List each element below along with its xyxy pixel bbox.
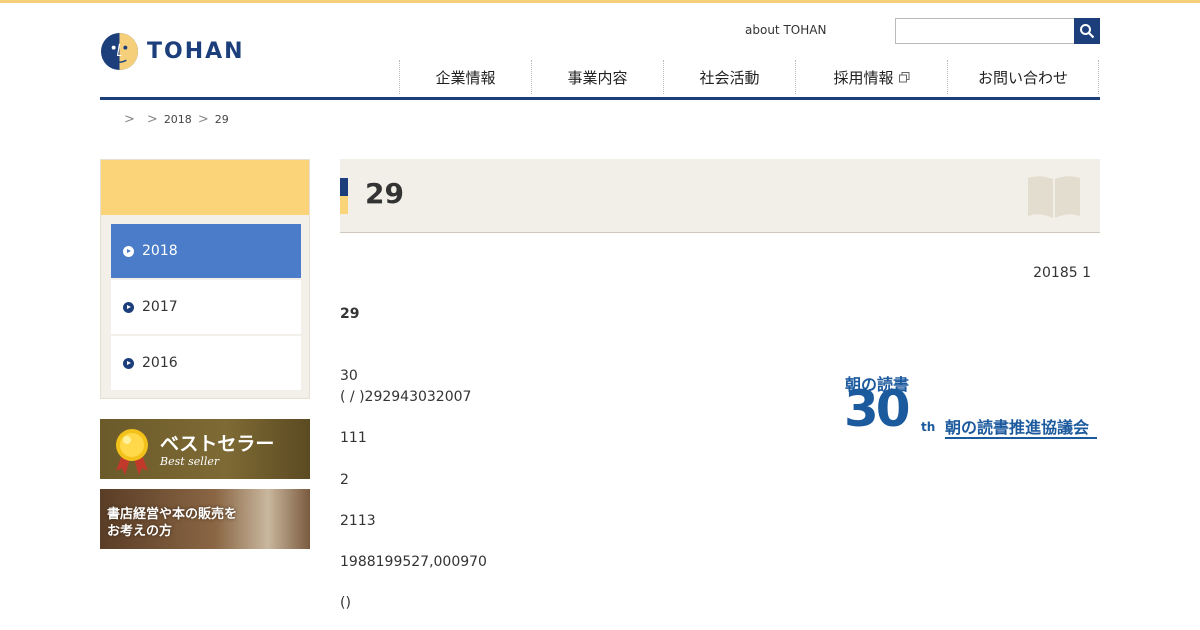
- article-line: 111: [340, 430, 367, 446]
- logo-face-icon: [100, 32, 139, 71]
- anniversary-number: 30: [844, 380, 911, 438]
- page-title: 29: [365, 177, 404, 210]
- article-line: 2113: [340, 513, 376, 529]
- bestseller-title: ベストセラー: [160, 433, 275, 455]
- nav-item[interactable]: 採用情報: [795, 60, 947, 94]
- nav-item-label: 企業情報: [435, 68, 496, 87]
- bestseller-banner[interactable]: ベストセラー Best seller: [100, 419, 310, 479]
- page-heading: 29: [340, 159, 1100, 233]
- breadcrumb-separator-icon: >: [124, 112, 135, 127]
- top-accent-bar: [0, 0, 1200, 3]
- sidebar-item-2018[interactable]: 2018: [111, 224, 301, 278]
- bestseller-subtitle: Best seller: [160, 455, 220, 468]
- sidebar-item-label: 2018: [142, 243, 178, 259]
- sidebar-archive: 2018 2017 2016: [100, 159, 310, 399]
- sidebar-item-2017[interactable]: 2017: [111, 280, 301, 334]
- arrow-circle-icon: [123, 245, 134, 257]
- search-icon: [1080, 24, 1095, 39]
- search-input[interactable]: [895, 18, 1074, 44]
- site-search: [895, 18, 1100, 44]
- year-list: 2018 2017 2016: [111, 224, 301, 392]
- article-line: ( / )292943032007: [340, 389, 472, 405]
- header-divider: [100, 97, 1100, 100]
- sidebar-item-label: 2017: [142, 299, 178, 315]
- anniversary-suffix: th: [921, 420, 936, 434]
- sidebar-item-2016[interactable]: 2016: [111, 336, 301, 390]
- morning-reading-30th-logo[interactable]: 朝の読書 30 th 朝の読書推進協議会: [844, 370, 1100, 442]
- arrow-circle-icon: [123, 301, 134, 313]
- breadcrumb-item-current: 29: [214, 113, 229, 126]
- nav-item[interactable]: 企業情報: [399, 60, 531, 94]
- article-line: 2: [340, 472, 349, 488]
- council-underline: [945, 437, 1097, 439]
- tohan-logo[interactable]: TOHAN: [100, 32, 245, 71]
- sidebar-header: [101, 160, 309, 215]
- nav-item[interactable]: 事業内容: [531, 60, 663, 94]
- search-button[interactable]: [1074, 18, 1100, 44]
- council-name: 朝の読書推進協議会: [945, 418, 1090, 437]
- nav-item-label: 社会活動: [699, 68, 760, 87]
- open-book-icon: [1028, 176, 1080, 218]
- breadcrumb-separator-icon: >: [197, 112, 209, 127]
- external-link-icon: [898, 71, 909, 82]
- article-line: 1988199527,000970: [340, 554, 487, 570]
- bookstore-title-line2: お考えの方: [107, 524, 173, 539]
- nav-item[interactable]: 社会活動: [663, 60, 795, 94]
- nav-item-label: 事業内容: [567, 68, 628, 87]
- medal-icon: [116, 429, 148, 475]
- bookstore-banner[interactable]: 書店経営や本の販売を お考えの方: [100, 489, 310, 549]
- post-date: 20185 1: [1033, 265, 1091, 281]
- global-nav: 企業情報 事業内容 社会活動 採用情報 お問い合わせ: [399, 60, 1099, 94]
- article-subtitle: 29: [340, 306, 360, 322]
- heading-accent-blue: [340, 178, 348, 196]
- sidebar-item-label: 2016: [142, 355, 178, 371]
- article-line: 30: [340, 368, 358, 384]
- logo-text: TOHAN: [147, 39, 245, 64]
- about-tohan-link[interactable]: about TOHAN: [745, 23, 826, 37]
- heading-accent-yellow: [340, 196, 348, 214]
- nav-item-label: お問い合わせ: [977, 68, 1068, 87]
- breadcrumb-item-year[interactable]: 2018: [164, 113, 192, 126]
- nav-item[interactable]: お問い合わせ: [947, 60, 1099, 94]
- nav-item-label: 採用情報: [833, 68, 894, 87]
- arrow-circle-icon: [123, 357, 134, 369]
- article-line: (): [340, 595, 351, 611]
- breadcrumb-separator-icon: >: [146, 112, 158, 127]
- breadcrumb: > > 2018 > 29: [118, 112, 229, 127]
